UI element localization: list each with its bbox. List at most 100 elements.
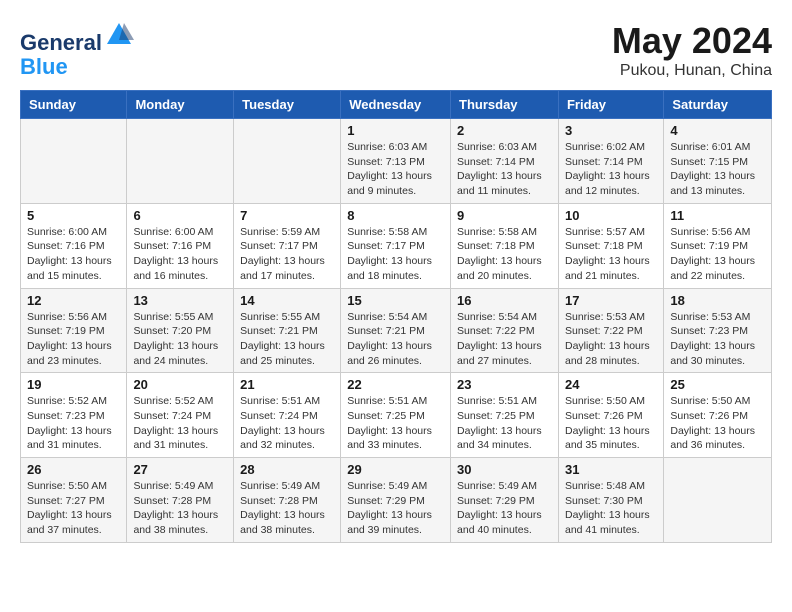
day-number: 3 <box>565 123 657 138</box>
day-number: 17 <box>565 293 657 308</box>
calendar-week-row: 19 Sunrise: 5:52 AMSunset: 7:23 PMDayligh… <box>21 373 772 458</box>
day-info: Sunrise: 5:51 AMSunset: 7:25 PMDaylight:… <box>347 394 444 453</box>
day-info: Sunrise: 5:57 AMSunset: 7:18 PMDaylight:… <box>565 225 657 284</box>
calendar-table: SundayMondayTuesdayWednesdayThursdayFrid… <box>20 90 772 543</box>
calendar-cell: 25 Sunrise: 5:50 AMSunset: 7:26 PMDayligh… <box>664 373 772 458</box>
calendar-cell: 20Sunrise: 5:52 AMSunset: 7:24 PMDayligh… <box>127 373 234 458</box>
calendar-cell <box>234 119 341 204</box>
day-number: 29 <box>347 462 444 477</box>
calendar-cell: 19 Sunrise: 5:52 AMSunset: 7:23 PMDayligh… <box>21 373 127 458</box>
day-info: Sunrise: 5:58 AMSunset: 7:17 PMDaylight:… <box>347 225 444 284</box>
col-header-tuesday: Tuesday <box>234 91 341 119</box>
col-header-sunday: Sunday <box>21 91 127 119</box>
day-info: Sunrise: 5:50 AMSunset: 7:26 PMDaylight:… <box>670 394 765 453</box>
day-number: 14 <box>240 293 334 308</box>
calendar-cell: 10 Sunrise: 5:57 AMSunset: 7:18 PMDayligh… <box>558 203 663 288</box>
day-number: 30 <box>457 462 552 477</box>
day-number: 1 <box>347 123 444 138</box>
day-info: Sunrise: 5:54 AMSunset: 7:22 PMDaylight:… <box>457 310 552 369</box>
calendar-cell: 12 Sunrise: 5:56 AMSunset: 7:19 PMDayligh… <box>21 288 127 373</box>
day-number: 5 <box>27 208 120 223</box>
day-info: Sunrise: 5:53 AMSunset: 7:23 PMDaylight:… <box>670 310 765 369</box>
calendar-cell: 18 Sunrise: 5:53 AMSunset: 7:23 PMDayligh… <box>664 288 772 373</box>
calendar-cell: 23 Sunrise: 5:51 AMSunset: 7:25 PMDayligh… <box>451 373 559 458</box>
title-area: May 2024 Pukou, Hunan, China <box>612 20 772 80</box>
day-info: Sunrise: 5:48 AMSunset: 7:30 PMDaylight:… <box>565 479 657 538</box>
day-info: Sunrise: 5:53 AMSunset: 7:22 PMDaylight:… <box>565 310 657 369</box>
day-number: 2 <box>457 123 552 138</box>
day-info: Sunrise: 6:02 AMSunset: 7:14 PMDaylight:… <box>565 140 657 199</box>
location-subtitle: Pukou, Hunan, China <box>612 62 772 80</box>
day-number: 23 <box>457 377 552 392</box>
calendar-cell <box>127 119 234 204</box>
calendar-cell <box>21 119 127 204</box>
calendar-cell: 26Sunrise: 5:50 AMSunset: 7:27 PMDayligh… <box>21 458 127 543</box>
day-info: Sunrise: 5:50 AMSunset: 7:27 PMDaylight:… <box>27 479 120 538</box>
day-number: 19 <box>27 377 120 392</box>
calendar-cell: 14Sunrise: 5:55 AMSunset: 7:21 PMDayligh… <box>234 288 341 373</box>
calendar-cell: 16 Sunrise: 5:54 AMSunset: 7:22 PMDayligh… <box>451 288 559 373</box>
day-info: Sunrise: 5:52 AMSunset: 7:24 PMDaylight:… <box>133 394 227 453</box>
logo: General Blue <box>20 20 134 79</box>
calendar-cell: 27Sunrise: 5:49 AMSunset: 7:28 PMDayligh… <box>127 458 234 543</box>
day-info: Sunrise: 5:54 AMSunset: 7:21 PMDaylight:… <box>347 310 444 369</box>
calendar-cell: 21 Sunrise: 5:51 AMSunset: 7:24 PMDayligh… <box>234 373 341 458</box>
calendar-cell <box>664 458 772 543</box>
day-number: 28 <box>240 462 334 477</box>
day-info: Sunrise: 6:00 AMSunset: 7:16 PMDaylight:… <box>133 225 227 284</box>
col-header-thursday: Thursday <box>451 91 559 119</box>
day-info: Sunrise: 5:50 AMSunset: 7:26 PMDaylight:… <box>565 394 657 453</box>
day-number: 8 <box>347 208 444 223</box>
calendar-cell: 1 Sunrise: 6:03 AMSunset: 7:13 PMDaylight… <box>341 119 451 204</box>
calendar-cell: 5 Sunrise: 6:00 AMSunset: 7:16 PMDaylight… <box>21 203 127 288</box>
day-number: 16 <box>457 293 552 308</box>
col-header-friday: Friday <box>558 91 663 119</box>
calendar-cell: 24 Sunrise: 5:50 AMSunset: 7:26 PMDayligh… <box>558 373 663 458</box>
calendar-cell: 4Sunrise: 6:01 AMSunset: 7:15 PMDaylight… <box>664 119 772 204</box>
calendar-cell: 2Sunrise: 6:03 AMSunset: 7:14 PMDaylight… <box>451 119 559 204</box>
day-number: 22 <box>347 377 444 392</box>
calendar-cell: 30 Sunrise: 5:49 AMSunset: 7:29 PMDayligh… <box>451 458 559 543</box>
day-number: 24 <box>565 377 657 392</box>
day-info: Sunrise: 5:49 AMSunset: 7:28 PMDaylight:… <box>240 479 334 538</box>
day-number: 18 <box>670 293 765 308</box>
day-number: 25 <box>670 377 765 392</box>
day-number: 27 <box>133 462 227 477</box>
day-number: 4 <box>670 123 765 138</box>
calendar-week-row: 5 Sunrise: 6:00 AMSunset: 7:16 PMDaylight… <box>21 203 772 288</box>
calendar-cell: 6Sunrise: 6:00 AMSunset: 7:16 PMDaylight… <box>127 203 234 288</box>
calendar-cell: 29Sunrise: 5:49 AMSunset: 7:29 PMDayligh… <box>341 458 451 543</box>
calendar-week-row: 1 Sunrise: 6:03 AMSunset: 7:13 PMDaylight… <box>21 119 772 204</box>
calendar-cell: 15Sunrise: 5:54 AMSunset: 7:21 PMDayligh… <box>341 288 451 373</box>
month-year-title: May 2024 <box>612 20 772 62</box>
col-header-monday: Monday <box>127 91 234 119</box>
day-number: 31 <box>565 462 657 477</box>
day-info: Sunrise: 6:03 AMSunset: 7:13 PMDaylight:… <box>347 140 444 199</box>
day-number: 11 <box>670 208 765 223</box>
day-number: 21 <box>240 377 334 392</box>
calendar-cell: 17 Sunrise: 5:53 AMSunset: 7:22 PMDayligh… <box>558 288 663 373</box>
day-info: Sunrise: 5:49 AMSunset: 7:29 PMDaylight:… <box>457 479 552 538</box>
day-info: Sunrise: 6:00 AMSunset: 7:16 PMDaylight:… <box>27 225 120 284</box>
day-info: Sunrise: 5:55 AMSunset: 7:20 PMDaylight:… <box>133 310 227 369</box>
page-header: General Blue May 2024 Pukou, Hunan, Chin… <box>20 20 772 80</box>
calendar-cell: 9Sunrise: 5:58 AMSunset: 7:18 PMDaylight… <box>451 203 559 288</box>
day-info: Sunrise: 5:56 AMSunset: 7:19 PMDaylight:… <box>670 225 765 284</box>
day-info: Sunrise: 5:52 AMSunset: 7:23 PMDaylight:… <box>27 394 120 453</box>
day-info: Sunrise: 5:51 AMSunset: 7:24 PMDaylight:… <box>240 394 334 453</box>
day-info: Sunrise: 5:51 AMSunset: 7:25 PMDaylight:… <box>457 394 552 453</box>
calendar-cell: 7Sunrise: 5:59 AMSunset: 7:17 PMDaylight… <box>234 203 341 288</box>
day-number: 13 <box>133 293 227 308</box>
logo-blue-text: Blue <box>20 54 68 79</box>
calendar-cell: 11 Sunrise: 5:56 AMSunset: 7:19 PMDayligh… <box>664 203 772 288</box>
day-info: Sunrise: 5:59 AMSunset: 7:17 PMDaylight:… <box>240 225 334 284</box>
day-number: 10 <box>565 208 657 223</box>
calendar-header-row: SundayMondayTuesdayWednesdayThursdayFrid… <box>21 91 772 119</box>
calendar-cell: 22 Sunrise: 5:51 AMSunset: 7:25 PMDayligh… <box>341 373 451 458</box>
day-number: 12 <box>27 293 120 308</box>
day-info: Sunrise: 5:58 AMSunset: 7:18 PMDaylight:… <box>457 225 552 284</box>
calendar-cell: 8 Sunrise: 5:58 AMSunset: 7:17 PMDaylight… <box>341 203 451 288</box>
day-info: Sunrise: 5:56 AMSunset: 7:19 PMDaylight:… <box>27 310 120 369</box>
logo-general-text: General <box>20 30 102 55</box>
col-header-saturday: Saturday <box>664 91 772 119</box>
